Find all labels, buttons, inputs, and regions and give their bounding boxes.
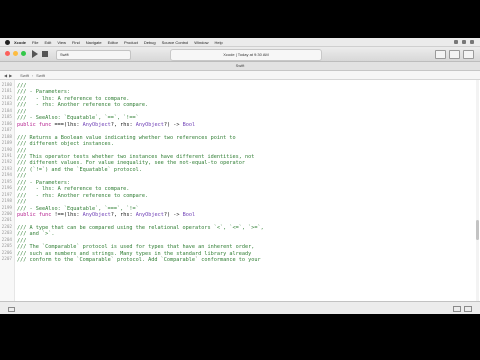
menu-source-control[interactable]: Source Control: [162, 40, 189, 45]
window-controls: [5, 51, 26, 56]
zoom-window-button[interactable]: [21, 51, 26, 56]
variables-view-toggle-icon[interactable]: [453, 306, 461, 312]
search-icon[interactable]: [470, 40, 474, 44]
menu-app[interactable]: Xcode: [14, 40, 26, 45]
debug-view-toggles: [453, 306, 472, 312]
breadcrumb-file[interactable]: Swift: [36, 73, 45, 78]
console-view-toggle-icon[interactable]: [464, 306, 472, 312]
code-text: /// conform to the `Comparable` protocol…: [17, 257, 261, 264]
scheme-selector[interactable]: Swift: [56, 50, 131, 60]
scrollbar-thumb[interactable]: [476, 220, 479, 240]
debug-bar: [0, 301, 480, 314]
menu-debug[interactable]: Debug: [144, 40, 156, 45]
menu-find[interactable]: Find: [72, 40, 80, 45]
menu-help[interactable]: Help: [215, 40, 223, 45]
menu-navigate[interactable]: Navigate: [86, 40, 102, 45]
debug-controls: [8, 307, 15, 312]
source-editor[interactable]: 2180///2181/// - Parameters: 2182/// - lh…: [0, 80, 480, 301]
chevron-right-icon: ›: [31, 72, 34, 78]
menu-file[interactable]: File: [32, 40, 38, 45]
menu-edit[interactable]: Edit: [44, 40, 51, 45]
debug-area-toggle-button[interactable]: [449, 50, 460, 59]
battery-icon[interactable]: [462, 40, 466, 44]
breadcrumb-module[interactable]: Swift: [20, 73, 29, 78]
toolbar: Swift Xcode | Today at 9:30 AM: [0, 47, 480, 62]
menu-editor[interactable]: Editor: [108, 40, 118, 45]
vertical-scrollbar[interactable]: [476, 80, 479, 301]
run-button[interactable]: [32, 50, 38, 58]
wifi-icon[interactable]: [454, 40, 458, 44]
close-window-button[interactable]: [5, 51, 10, 56]
minimize-window-button[interactable]: [13, 51, 18, 56]
menu-status-icons: [454, 40, 480, 44]
apple-icon[interactable]: [5, 39, 10, 45]
code-line[interactable]: 2207 /// conform to the `Comparable` prot…: [0, 257, 480, 263]
navigator-toggle-button[interactable]: [435, 50, 446, 59]
tab-bar: Swift: [0, 62, 480, 71]
navigate-back-forward-icon[interactable]: ◀▶: [4, 73, 14, 78]
menu-window[interactable]: Window: [194, 40, 208, 45]
xcode-screen: Xcode File Edit View Find Navigate Edito…: [0, 38, 480, 314]
tab-swift[interactable]: Swift: [236, 63, 245, 68]
menu-bar: Xcode File Edit View Find Navigate Edito…: [0, 38, 480, 47]
hide-debug-area-icon[interactable]: [8, 307, 15, 312]
utilities-toggle-button[interactable]: [463, 50, 474, 59]
stop-button[interactable]: [42, 51, 48, 57]
menu-product[interactable]: Product: [124, 40, 138, 45]
line-number: 2207: [1, 257, 12, 263]
menu-view[interactable]: View: [57, 40, 66, 45]
panel-toggles: [435, 50, 474, 59]
activity-viewer: Xcode | Today at 9:30 AM: [170, 49, 322, 61]
jump-bar: ◀▶ Swift › Swift: [0, 71, 480, 80]
